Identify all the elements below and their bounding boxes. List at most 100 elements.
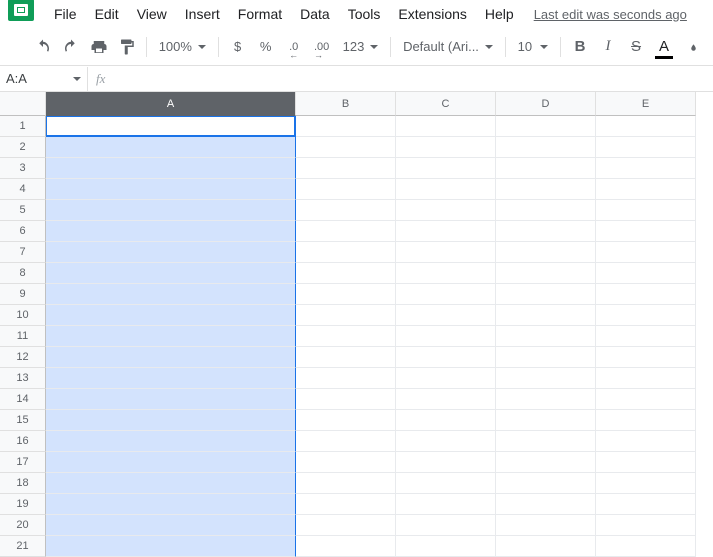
name-box[interactable]: A:A [0,67,88,91]
cell-A8[interactable] [46,263,296,284]
cell-A13[interactable] [46,368,296,389]
cell-D4[interactable] [496,179,596,200]
cell-B18[interactable] [296,473,396,494]
cell-C7[interactable] [396,242,496,263]
currency-button[interactable]: $ [225,34,251,60]
cell-C5[interactable] [396,200,496,221]
cell-B15[interactable] [296,410,396,431]
cell-E16[interactable] [596,431,696,452]
cell-B5[interactable] [296,200,396,221]
cell-C17[interactable] [396,452,496,473]
cell-B9[interactable] [296,284,396,305]
row-header-21[interactable]: 21 [0,536,46,557]
cell-D17[interactable] [496,452,596,473]
cell-B14[interactable] [296,389,396,410]
cell-D16[interactable] [496,431,596,452]
cell-B12[interactable] [296,347,396,368]
cell-D3[interactable] [496,158,596,179]
cell-A18[interactable] [46,473,296,494]
row-header-12[interactable]: 12 [0,347,46,368]
cell-D5[interactable] [496,200,596,221]
cell-E3[interactable] [596,158,696,179]
strikethrough-button[interactable]: S [623,34,649,60]
cell-B20[interactable] [296,515,396,536]
column-header-A[interactable]: A [46,92,296,116]
cell-A6[interactable] [46,221,296,242]
cell-B2[interactable] [296,137,396,158]
cell-A11[interactable] [46,326,296,347]
cell-C1[interactable] [396,116,496,137]
cell-C6[interactable] [396,221,496,242]
print-button[interactable] [86,34,112,60]
italic-button[interactable]: I [595,34,621,60]
row-header-2[interactable]: 2 [0,137,46,158]
cell-E14[interactable] [596,389,696,410]
cell-D18[interactable] [496,473,596,494]
cell-D20[interactable] [496,515,596,536]
row-header-17[interactable]: 17 [0,452,46,473]
cell-E21[interactable] [596,536,696,557]
cell-A21[interactable] [46,536,296,557]
row-header-19[interactable]: 19 [0,494,46,515]
cell-D1[interactable] [496,116,596,137]
cell-B1[interactable] [296,116,396,137]
cell-C13[interactable] [396,368,496,389]
formula-bar-input[interactable] [113,67,713,91]
cell-A3[interactable] [46,158,296,179]
cell-C9[interactable] [396,284,496,305]
cell-B10[interactable] [296,305,396,326]
cell-B13[interactable] [296,368,396,389]
cell-B17[interactable] [296,452,396,473]
cell-E13[interactable] [596,368,696,389]
cell-D9[interactable] [496,284,596,305]
cell-C11[interactable] [396,326,496,347]
cell-A14[interactable] [46,389,296,410]
column-header-C[interactable]: C [396,92,496,116]
cell-E15[interactable] [596,410,696,431]
cell-E11[interactable] [596,326,696,347]
row-header-11[interactable]: 11 [0,326,46,347]
more-formats-dropdown[interactable]: 123 [337,34,385,60]
row-header-1[interactable]: 1 [0,116,46,137]
increase-decimal-button[interactable]: .00→ [309,34,335,60]
menu-insert[interactable]: Insert [177,2,228,26]
cell-D13[interactable] [496,368,596,389]
select-all-corner[interactable] [0,92,46,116]
cell-B7[interactable] [296,242,396,263]
cell-E5[interactable] [596,200,696,221]
cell-A2[interactable] [46,137,296,158]
last-edit-link[interactable]: Last edit was seconds ago [534,7,687,22]
menu-view[interactable]: View [129,2,175,26]
column-header-E[interactable]: E [596,92,696,116]
cell-D8[interactable] [496,263,596,284]
cell-E18[interactable] [596,473,696,494]
menu-extensions[interactable]: Extensions [390,2,474,26]
cell-C21[interactable] [396,536,496,557]
cell-D11[interactable] [496,326,596,347]
row-header-3[interactable]: 3 [0,158,46,179]
cell-A12[interactable] [46,347,296,368]
cell-C20[interactable] [396,515,496,536]
cell-B21[interactable] [296,536,396,557]
sheets-logo-icon[interactable] [8,0,34,21]
cell-E12[interactable] [596,347,696,368]
cell-B19[interactable] [296,494,396,515]
cell-C4[interactable] [396,179,496,200]
cell-B6[interactable] [296,221,396,242]
cell-B11[interactable] [296,326,396,347]
cell-E9[interactable] [596,284,696,305]
cell-D14[interactable] [496,389,596,410]
cell-E17[interactable] [596,452,696,473]
cell-A17[interactable] [46,452,296,473]
cell-C14[interactable] [396,389,496,410]
cell-A5[interactable] [46,200,296,221]
cell-E10[interactable] [596,305,696,326]
cell-A9[interactable] [46,284,296,305]
column-header-B[interactable]: B [296,92,396,116]
cell-B8[interactable] [296,263,396,284]
menu-file[interactable]: File [46,2,85,26]
cell-E7[interactable] [596,242,696,263]
cell-A16[interactable] [46,431,296,452]
row-header-9[interactable]: 9 [0,284,46,305]
cell-C15[interactable] [396,410,496,431]
